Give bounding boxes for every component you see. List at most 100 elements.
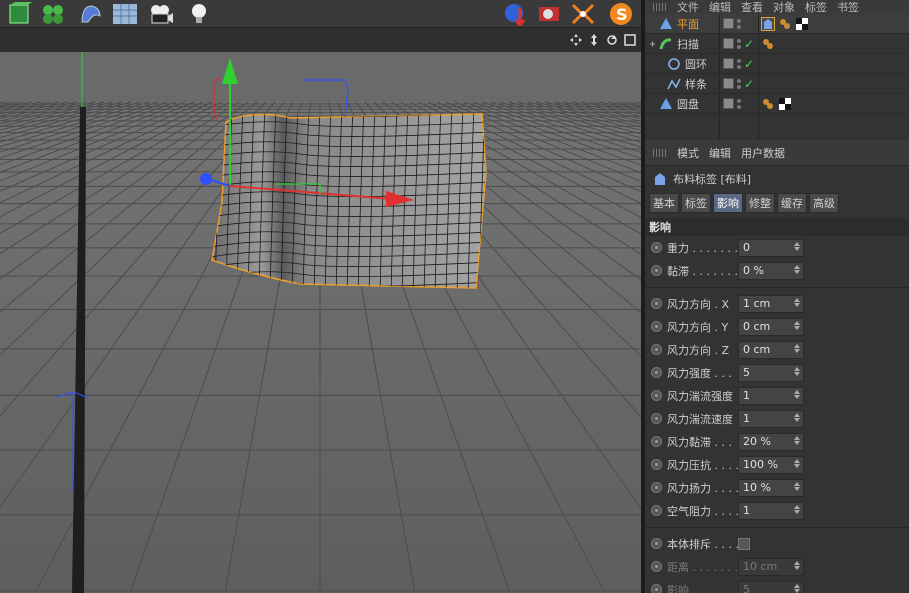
object-row-circle[interactable]: 圆环 ✓ — [645, 54, 909, 74]
visibility-toggle[interactable] — [723, 58, 734, 69]
param-value-field[interactable]: 0 cm — [738, 317, 804, 336]
animate-toggle[interactable] — [651, 436, 662, 447]
spinner-icon[interactable] — [794, 320, 800, 330]
menu-user-data[interactable]: 用户数据 — [741, 145, 785, 161]
param-value-field[interactable]: 1 — [738, 501, 804, 520]
floor-icon[interactable] — [110, 1, 140, 27]
spinner-icon[interactable] — [794, 264, 800, 274]
layer-dots[interactable] — [737, 58, 741, 69]
object-row-plane[interactable]: 平面 — [645, 14, 909, 34]
layer-dots[interactable] — [737, 98, 741, 109]
zoom-view-icon[interactable] — [587, 33, 601, 47]
param-value-field[interactable]: 1 — [738, 386, 804, 405]
menu-mode[interactable]: 模式 — [677, 145, 699, 161]
tab-basic[interactable]: 基本 — [649, 193, 679, 213]
enabled-check-icon[interactable]: ✓ — [744, 57, 754, 71]
menu-view[interactable]: 查看 — [741, 0, 763, 14]
object-row-sweep[interactable]: 扫描 ✓ — [645, 34, 909, 54]
animate-toggle[interactable] — [651, 561, 662, 572]
animate-toggle[interactable] — [651, 505, 662, 516]
spinner-icon[interactable] — [794, 435, 800, 445]
menu-edit[interactable]: 编辑 — [709, 0, 731, 14]
material-tag-icon[interactable] — [778, 17, 792, 31]
grip-icon[interactable] — [653, 3, 667, 11]
param-value-field[interactable]: 0 — [738, 238, 804, 257]
animate-toggle[interactable] — [651, 584, 662, 593]
camera-icon[interactable] — [146, 1, 176, 27]
menu-objects[interactable]: 对象 — [773, 0, 795, 14]
script-icon[interactable]: S — [606, 1, 636, 27]
grip-icon[interactable] — [653, 148, 667, 157]
maximize-view-icon[interactable] — [623, 33, 637, 47]
layer-dots[interactable] — [737, 38, 741, 49]
tab-influence[interactable]: 影响 — [713, 193, 743, 213]
visibility-toggle[interactable] — [723, 18, 734, 29]
animate-toggle[interactable] — [651, 538, 662, 549]
self-collision-checkbox[interactable] — [738, 537, 750, 550]
object-row-disc[interactable]: 圆盘 — [645, 94, 909, 114]
render-settings-icon[interactable] — [534, 1, 564, 27]
spinner-icon[interactable] — [794, 458, 800, 468]
texture-tag-icon[interactable] — [778, 97, 792, 111]
cube-icon[interactable] — [4, 1, 34, 27]
layer-dots[interactable] — [737, 18, 741, 29]
xpresso-icon[interactable] — [568, 1, 598, 27]
move-view-icon[interactable] — [569, 33, 583, 47]
param-value-field[interactable]: 5 — [738, 580, 804, 593]
deformer-icon[interactable] — [76, 1, 106, 27]
animate-toggle[interactable] — [651, 459, 662, 470]
light-icon[interactable] — [184, 1, 214, 27]
spinner-icon[interactable] — [794, 412, 800, 422]
visibility-toggle[interactable] — [723, 78, 734, 89]
cloner-icon[interactable] — [38, 1, 68, 27]
visibility-toggle[interactable] — [723, 98, 734, 109]
tab-advanced[interactable]: 高级 — [809, 193, 839, 213]
spinner-icon[interactable] — [794, 504, 800, 514]
material-tag-icon[interactable] — [761, 37, 775, 51]
layer-dots[interactable] — [737, 78, 741, 89]
animate-toggle[interactable] — [651, 413, 662, 424]
param-value-field[interactable]: 5 — [738, 363, 804, 382]
menu-file[interactable]: 文件 — [677, 0, 699, 14]
tab-tag[interactable]: 标签 — [681, 193, 711, 213]
enabled-check-icon[interactable]: ✓ — [744, 77, 754, 91]
cloth-tag-icon[interactable] — [761, 16, 775, 31]
object-row-spline[interactable]: 样条 ✓ — [645, 74, 909, 94]
menu-edit[interactable]: 编辑 — [709, 145, 731, 161]
menu-bookmarks[interactable]: 书签 — [837, 0, 859, 14]
param-value-field[interactable]: 10 cm — [738, 557, 804, 576]
visibility-toggle[interactable] — [723, 38, 734, 49]
tab-cache[interactable]: 缓存 — [777, 193, 807, 213]
3d-viewport[interactable] — [0, 52, 643, 593]
animate-toggle[interactable] — [651, 482, 662, 493]
flag-cloth[interactable] — [204, 107, 490, 298]
animate-toggle[interactable] — [651, 242, 662, 253]
param-value-field[interactable]: 0 % — [738, 261, 804, 280]
spinner-icon[interactable] — [794, 366, 800, 376]
spinner-icon[interactable] — [794, 297, 800, 307]
param-value-field[interactable]: 1 — [738, 409, 804, 428]
param-value-field[interactable]: 10 % — [738, 478, 804, 497]
z-handle[interactable] — [200, 173, 212, 185]
material-tag-icon[interactable] — [761, 97, 775, 111]
menu-tags[interactable]: 标签 — [805, 0, 827, 14]
animate-toggle[interactable] — [651, 344, 662, 355]
tab-dresser[interactable]: 修整 — [745, 193, 775, 213]
spinner-icon[interactable] — [794, 481, 800, 491]
param-value-field[interactable]: 0 cm — [738, 340, 804, 359]
animate-toggle[interactable] — [651, 321, 662, 332]
animate-toggle[interactable] — [651, 265, 662, 276]
param-value-field[interactable]: 20 % — [738, 432, 804, 451]
spinner-icon[interactable] — [794, 241, 800, 251]
animate-toggle[interactable] — [651, 390, 662, 401]
param-value-field[interactable]: 100 % — [738, 455, 804, 474]
animate-toggle[interactable] — [651, 367, 662, 378]
texture-tag-icon[interactable] — [795, 17, 809, 31]
spinner-icon[interactable] — [794, 560, 800, 570]
render-icon[interactable] — [500, 1, 530, 27]
rotate-view-icon[interactable] — [605, 33, 619, 47]
spinner-icon[interactable] — [794, 389, 800, 399]
spinner-icon[interactable] — [794, 343, 800, 353]
animate-toggle[interactable] — [651, 298, 662, 309]
enabled-check-icon[interactable]: ✓ — [744, 37, 754, 51]
